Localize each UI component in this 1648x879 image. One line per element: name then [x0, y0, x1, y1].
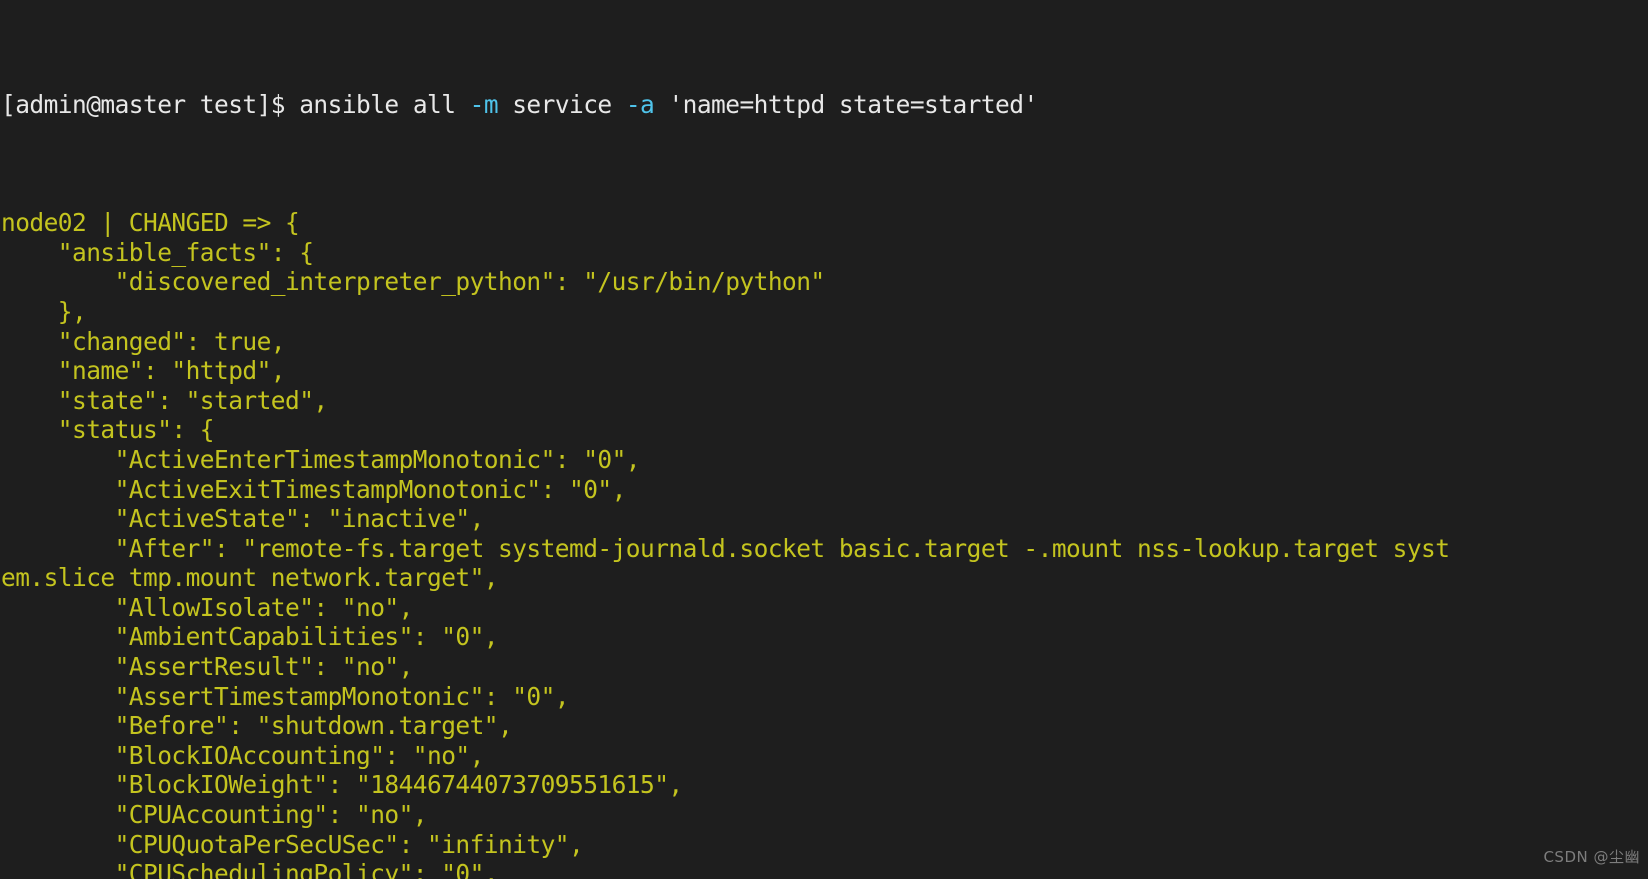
output-line: "AssertTimestampMonotonic": "0", — [1, 681, 570, 711]
output-line: "AmbientCapabilities": "0", — [1, 622, 499, 652]
command-flag-m: -m — [469, 89, 499, 119]
command-module: service — [498, 89, 626, 119]
output-line: "status": { — [1, 415, 215, 445]
output-line: "CPUAccounting": "no", — [1, 800, 428, 830]
output-line: "AllowIsolate": "no", — [1, 592, 414, 622]
shell-prompt: [admin@master test]$ — [1, 89, 300, 119]
output-line: }, — [1, 296, 87, 326]
command-program: ansible all — [299, 89, 470, 119]
output-line: em.slice tmp.mount network.target", — [1, 563, 499, 593]
output-line: "changed": true, — [1, 326, 286, 356]
output-line: "CPUSchedulingPolicy": "0", — [1, 859, 499, 879]
output-line: "ActiveEnterTimestampMonotonic": "0", — [1, 444, 641, 474]
output-line: "CPUQuotaPerSecUSec": "infinity", — [1, 829, 584, 859]
command-flag-a: -a — [625, 89, 655, 119]
csdn-watermark: CSDN @尘幽 — [1543, 848, 1640, 867]
output-line: "name": "httpd", — [1, 356, 286, 386]
output-line: "ansible_facts": { — [1, 237, 314, 267]
command-line: [admin@master test]$ ansible all -m serv… — [1, 90, 1449, 120]
command-output: node02 | CHANGED => { "ansible_facts": {… — [1, 208, 1450, 879]
output-line: "discovered_interpreter_python": "/usr/b… — [1, 267, 826, 297]
output-line: "BlockIOWeight": "18446744073709551615", — [1, 770, 684, 800]
output-line: "ActiveExitTimestampMonotonic": "0", — [1, 474, 627, 504]
output-line: "AssertResult": "no", — [1, 652, 414, 682]
output-line: "After": "remote-fs.target systemd-journ… — [1, 533, 1450, 563]
terminal-window[interactable]: [admin@master test]$ ansible all -m serv… — [0, 0, 1648, 879]
command-args: 'name=httpd state=started' — [654, 89, 1038, 119]
output-line: "Before": "shutdown.target", — [1, 711, 513, 741]
output-line: "state": "started", — [1, 385, 328, 415]
terminal-screen[interactable]: [admin@master test]$ ansible all -m serv… — [0, 0, 1450, 879]
output-line: "BlockIOAccounting": "no", — [1, 740, 485, 770]
output-line: "ActiveState": "inactive", — [1, 504, 485, 534]
output-line: node02 | CHANGED => { — [1, 208, 300, 238]
